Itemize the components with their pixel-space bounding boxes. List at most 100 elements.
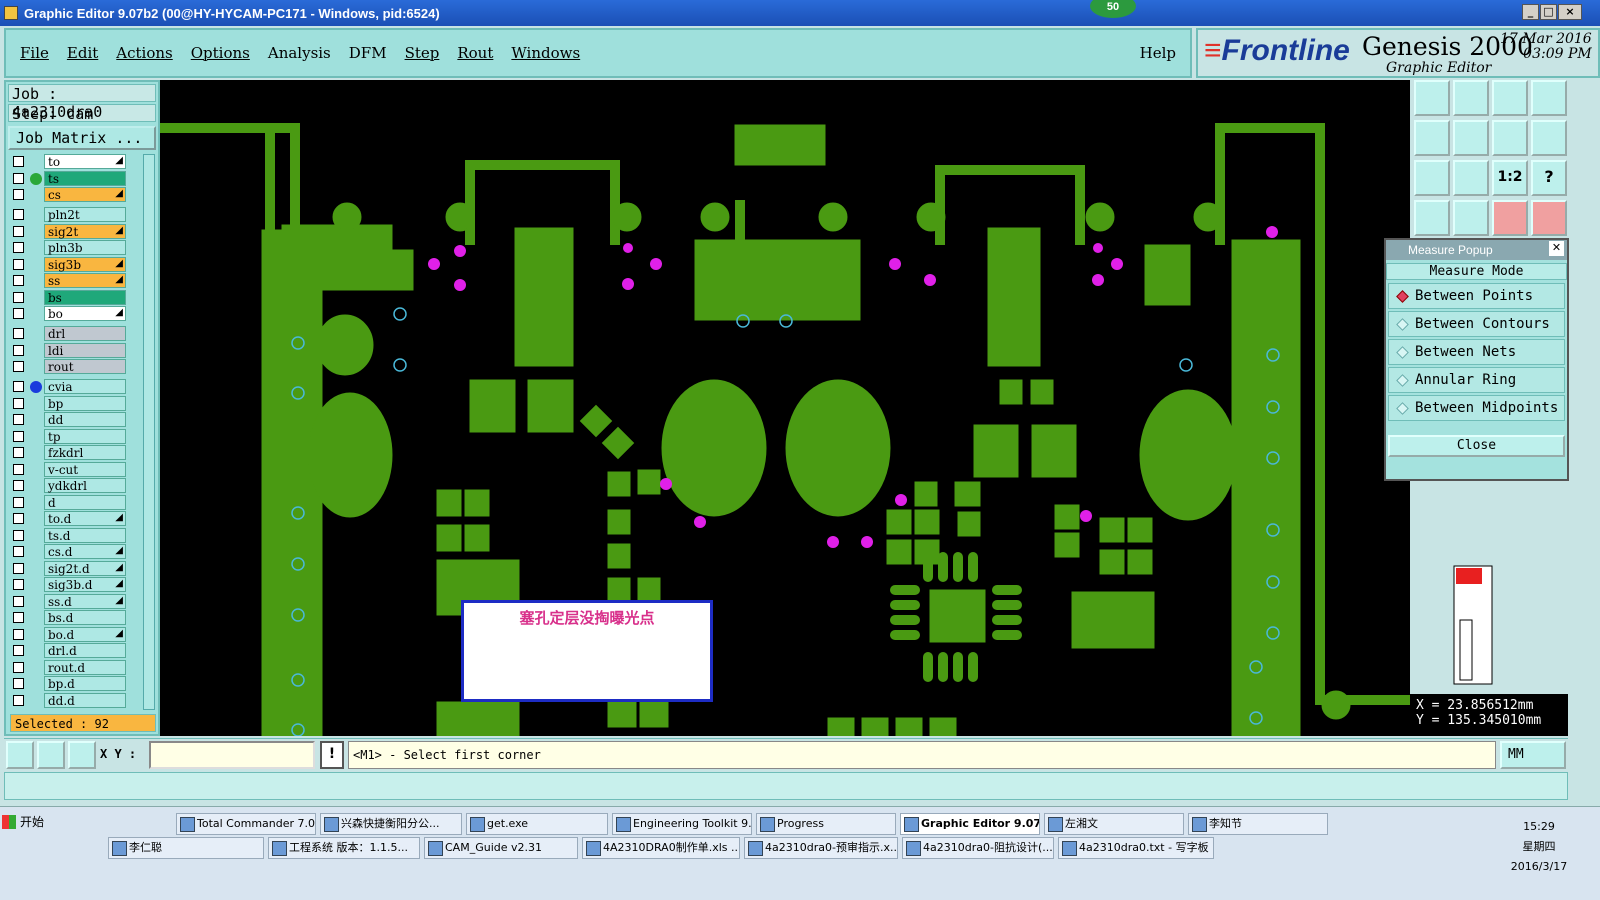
layer-name[interactable]: to ◢: [44, 154, 126, 169]
scale-1-2-icon[interactable]: 1:2: [1492, 160, 1528, 196]
layer-checkbox[interactable]: [13, 242, 24, 253]
layer-row[interactable]: sig3b ◢: [8, 256, 136, 273]
select-mode-icon[interactable]: [6, 741, 34, 769]
layer-name[interactable]: rout.d: [44, 659, 126, 675]
measure-close-button[interactable]: Close: [1388, 435, 1565, 457]
layer-checkbox[interactable]: [13, 529, 24, 541]
layer-checkbox[interactable]: [13, 308, 24, 319]
minimize-button[interactable]: _: [1522, 4, 1539, 20]
swap-icon[interactable]: [1492, 120, 1528, 156]
menu-edit[interactable]: Edit: [67, 44, 98, 62]
save-view-icon[interactable]: [1453, 80, 1489, 116]
taskbar-item[interactable]: Progress: [756, 813, 896, 835]
layer-checkbox[interactable]: [13, 579, 24, 590]
taskbar-item[interactable]: CAM_Guide v2.31: [424, 837, 578, 859]
layer-checkbox[interactable]: [13, 562, 24, 574]
layer-checkbox[interactable]: [13, 258, 24, 270]
layer-checkbox[interactable]: [13, 513, 24, 524]
key-icon[interactable]: [1453, 200, 1489, 236]
layer-checkbox[interactable]: [13, 628, 24, 640]
maximize-button[interactable]: □: [1540, 4, 1557, 20]
taskbar-item[interactable]: 左湘文: [1044, 813, 1184, 835]
layer-row[interactable]: cs ◢: [8, 187, 136, 203]
taskbar-item[interactable]: 4A2310DRA0制作单.xls ...: [582, 837, 740, 859]
layer-row[interactable]: ts.d: [8, 527, 136, 544]
layer-row[interactable]: drl.d: [8, 643, 136, 659]
layer-name[interactable]: dd: [44, 412, 126, 427]
layer-checkbox[interactable]: [13, 209, 24, 220]
layer-name[interactable]: cvia: [44, 379, 126, 394]
grid-icon[interactable]: [68, 741, 96, 769]
layer-row[interactable]: to.d ◢: [8, 511, 136, 527]
layer-row[interactable]: ydkdrl: [8, 478, 136, 494]
zoom-home-icon[interactable]: [1414, 80, 1450, 116]
layer-name[interactable]: ss.d ◢: [44, 593, 126, 609]
zoom-fit-icon[interactable]: [1414, 160, 1450, 196]
layer-row[interactable]: bo.d ◢: [8, 626, 136, 643]
layer-row[interactable]: ss.d ◢: [8, 593, 136, 610]
layer-name[interactable]: sig2t ◢: [44, 223, 126, 239]
layer-name[interactable]: rout: [44, 359, 126, 374]
home-icon[interactable]: [1492, 80, 1528, 116]
layer-name[interactable]: d: [44, 494, 126, 510]
layer-checkbox[interactable]: [13, 430, 24, 442]
menu-file[interactable]: File: [20, 44, 49, 62]
layer-checkbox[interactable]: [13, 463, 24, 475]
layer-name[interactable]: pln3b: [44, 240, 126, 255]
layer-row[interactable]: ss ◢: [8, 273, 136, 289]
layer-row[interactable]: pln3b: [8, 240, 136, 256]
layer-name[interactable]: ldi: [44, 342, 126, 358]
layer-row[interactable]: ldi: [8, 342, 136, 359]
layer-name[interactable]: sig3b.d ◢: [44, 577, 126, 592]
pan-left-icon[interactable]: [1414, 120, 1450, 156]
taskbar-item[interactable]: 工程系统 版本：1.1.5...: [268, 837, 420, 859]
layer-name[interactable]: ydkdrl: [44, 478, 126, 493]
layer-row[interactable]: tp: [8, 428, 136, 445]
layer-checkbox[interactable]: [13, 546, 24, 557]
option-between-contours[interactable]: Between Contours: [1388, 311, 1565, 337]
layer-checkbox[interactable]: [13, 225, 24, 237]
menu-windows[interactable]: Windows: [511, 44, 580, 62]
layer-checkbox[interactable]: [13, 381, 24, 392]
menu-dfm[interactable]: DFM: [349, 44, 387, 62]
layer-row[interactable]: drl: [8, 326, 136, 342]
layer-checkbox[interactable]: [13, 694, 24, 706]
layer-row[interactable]: sig3b.d ◢: [8, 577, 136, 593]
layer-row[interactable]: bs: [8, 289, 136, 306]
measure-close-icon[interactable]: ✕: [1549, 241, 1564, 256]
menu-help[interactable]: Help: [1140, 44, 1176, 62]
layer-checkbox[interactable]: [13, 661, 24, 673]
layer-name[interactable]: bs: [44, 289, 126, 305]
layer-checkbox[interactable]: [13, 397, 24, 409]
taskbar-item[interactable]: 4a2310dra0-预审指示.x...: [744, 837, 898, 859]
layer-checkbox[interactable]: [13, 480, 24, 491]
layer-checkbox[interactable]: [13, 612, 24, 623]
layer-checkbox[interactable]: [13, 595, 24, 607]
option-between-nets[interactable]: Between Nets: [1388, 339, 1565, 365]
taskbar-item[interactable]: 4a2310dra0.txt - 写字板: [1058, 837, 1214, 859]
layer-name[interactable]: cs ◢: [44, 187, 126, 202]
layer-name[interactable]: pln2t: [44, 207, 126, 222]
layer-row[interactable]: dd.d: [8, 692, 136, 709]
taskbar-item[interactable]: 李仁聪: [108, 837, 264, 859]
snap-icon[interactable]: [1531, 120, 1567, 156]
info-button[interactable]: !: [320, 741, 344, 769]
layer-checkbox[interactable]: [13, 678, 24, 689]
menu-step[interactable]: Step: [405, 44, 440, 62]
menu-actions[interactable]: Actions: [116, 44, 172, 62]
layer-checkbox[interactable]: [13, 172, 24, 184]
layer-name[interactable]: ts: [44, 170, 126, 186]
option-annular-ring[interactable]: Annular Ring: [1388, 367, 1565, 393]
layer-name[interactable]: drl: [44, 326, 126, 341]
job-matrix-button[interactable]: Job Matrix ...: [8, 126, 156, 150]
layer-row[interactable]: sig2t ◢: [8, 223, 136, 240]
taskbar-item[interactable]: get.exe: [466, 813, 608, 835]
measure-tool-icon[interactable]: [1414, 200, 1450, 236]
zoom-in-icon[interactable]: [1453, 160, 1489, 196]
layer-row[interactable]: d: [8, 494, 136, 511]
layer-row[interactable]: sig2t.d ◢: [8, 560, 136, 577]
layer-checkbox[interactable]: [13, 291, 24, 303]
layer-checkbox[interactable]: [13, 361, 24, 372]
layer-row[interactable]: dd: [8, 412, 136, 428]
layer-checkbox[interactable]: [13, 496, 24, 508]
